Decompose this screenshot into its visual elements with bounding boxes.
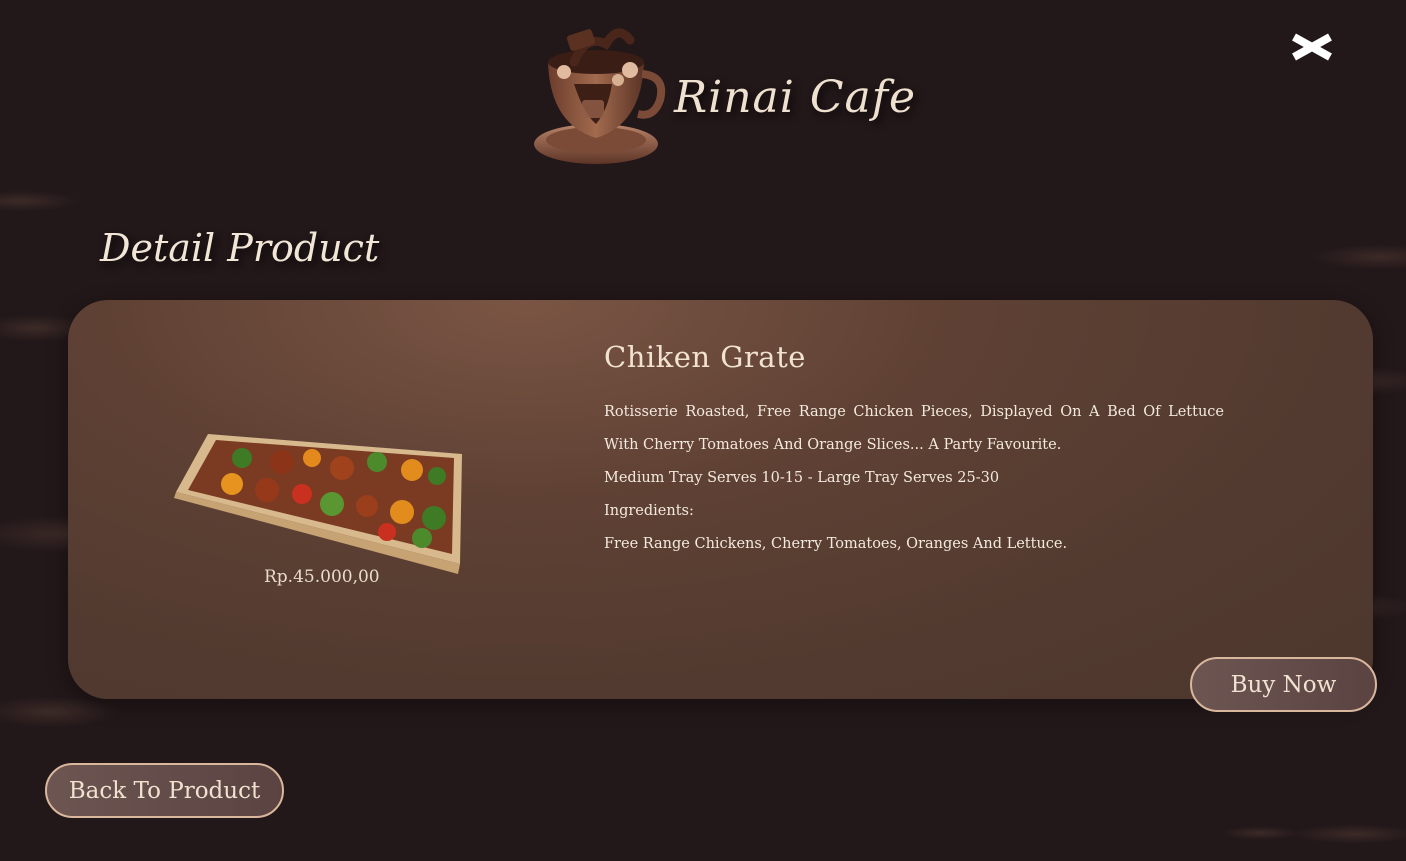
page-title: Detail Product: [100, 226, 380, 270]
product-price: Rp.45.000,00: [264, 567, 380, 587]
description-line: Rotisserie Roasted, Free Range Chicken P…: [604, 404, 1224, 453]
description-line: Free Range Chickens, Cherry Tomatoes, Or…: [604, 536, 1068, 552]
buy-now-button[interactable]: Buy Now: [1190, 657, 1377, 712]
description-line: Medium Tray Serves 10-15 - Large Tray Se…: [604, 470, 1000, 486]
back-to-product-button[interactable]: Back To Product: [45, 763, 284, 818]
close-icon[interactable]: [1290, 33, 1334, 61]
chicken-tray-image: [174, 434, 462, 574]
description-line: Ingredients:: [604, 503, 694, 519]
product-name: Chiken Grate: [604, 340, 806, 374]
product-description: Rotisserie Roasted, Free Range Chicken P…: [604, 396, 1224, 561]
product-card: Rp.45.000,00 Chiken Grate Rotisserie Roa…: [68, 300, 1373, 699]
header: Rinai Cafe: [0, 0, 1406, 180]
coffee-cup-logo-icon: [534, 28, 666, 164]
bg-decoration: [1220, 826, 1300, 840]
bg-decoration: [0, 696, 120, 728]
page: Rinai Cafe Detail Product Rp.45.000,00 C…: [0, 0, 1406, 861]
bg-decoration: [0, 190, 80, 212]
bg-decoration: [1290, 824, 1406, 844]
bg-decoration: [1310, 244, 1406, 270]
brand-name: Rinai Cafe: [674, 72, 917, 123]
